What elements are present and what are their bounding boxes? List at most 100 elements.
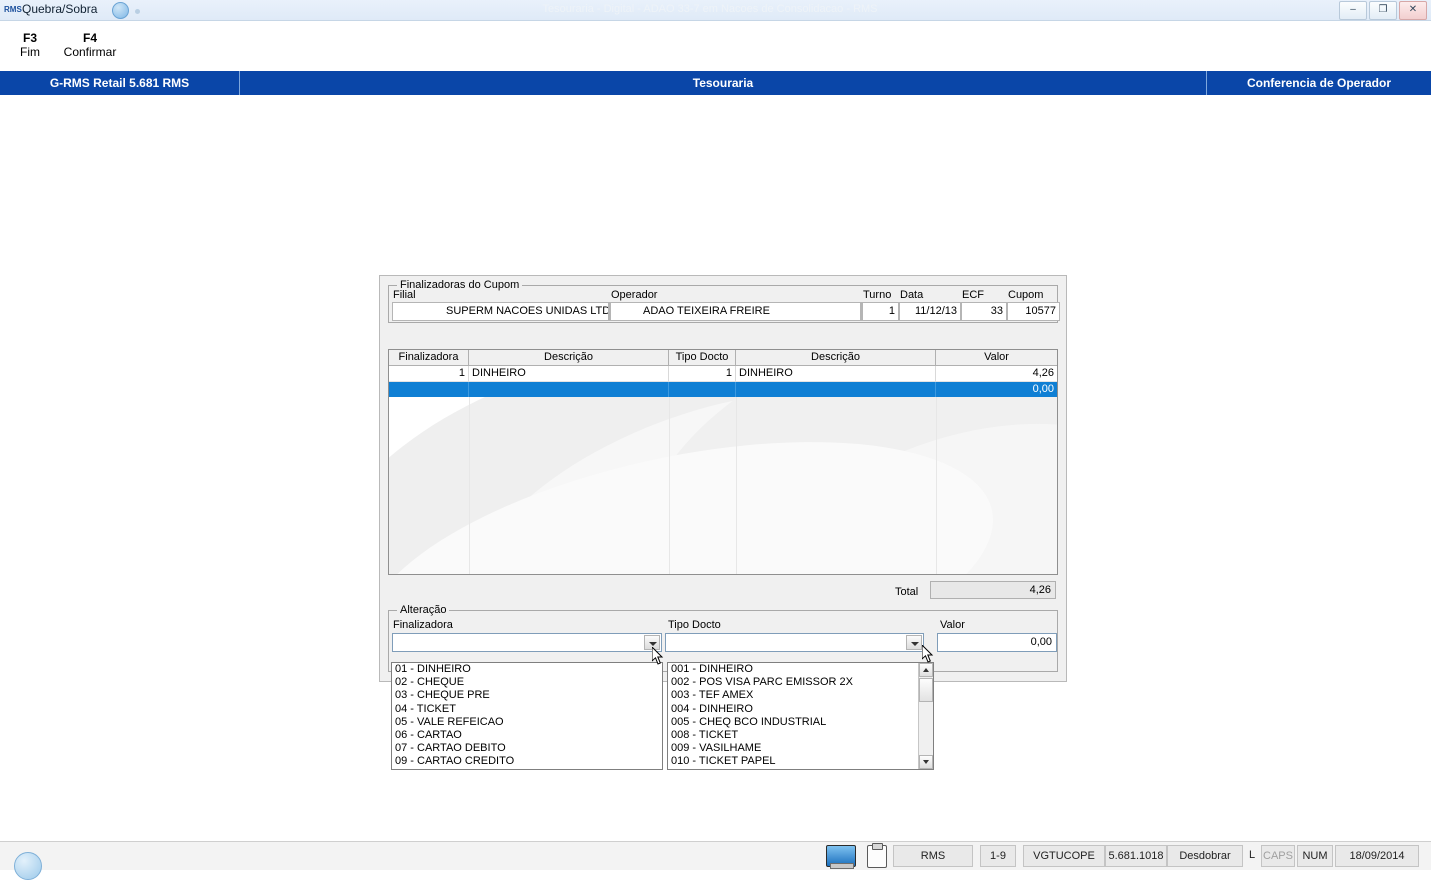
- cell-descricao-2: [736, 382, 936, 398]
- filial-label: Filial: [393, 289, 416, 301]
- total-value: 4,26: [930, 581, 1056, 599]
- alteracao-valor-label: Valor: [940, 619, 965, 631]
- list-item[interactable]: 005 - CHEQ BCO INDUSTRIAL: [668, 716, 933, 729]
- cell-descricao-1: DINHEIRO: [469, 366, 669, 382]
- alteracao-tipo-docto-label: Tipo Docto: [668, 619, 721, 631]
- fkey-f4[interactable]: F4 Confirmar: [55, 31, 125, 59]
- finalizadora-combo[interactable]: [392, 633, 662, 652]
- coupon-finalizers-group: Finalizadoras do Cupom Filial 3-5 SUPERM…: [388, 279, 1060, 323]
- header-module-title: Tesouraria: [692, 76, 754, 90]
- list-item[interactable]: 010 - TICKET PAPEL: [668, 755, 933, 768]
- finalizadora-dropdown-list[interactable]: 01 - DINHEIRO 02 - CHEQUE 03 - CHEQUE PR…: [391, 662, 663, 770]
- ecf-value: 33: [990, 305, 1003, 317]
- clipboard-icon[interactable]: [867, 843, 887, 868]
- decorative-dot: [135, 9, 140, 14]
- decorative-bottom-orb: [14, 852, 42, 880]
- decorative-orb: [112, 2, 129, 19]
- cell-descricao-2: DINHEIRO: [736, 366, 936, 382]
- fkey-f3[interactable]: F3 Fim: [8, 31, 52, 59]
- dropdown-scrollbar[interactable]: [918, 663, 933, 769]
- cell-valor: 4,26: [936, 366, 1057, 382]
- table-row[interactable]: 0,00: [389, 382, 1057, 398]
- status-caps: CAPS: [1261, 845, 1295, 867]
- status-rms: RMS: [893, 845, 973, 867]
- list-item[interactable]: 04 - TICKET: [392, 703, 662, 716]
- list-item[interactable]: 09 - CARTAO CREDITO: [392, 755, 662, 768]
- total-label: Total: [895, 586, 919, 598]
- data-label: Data: [900, 289, 924, 301]
- list-item[interactable]: 003 - TEF AMEX: [668, 689, 933, 702]
- grid-col-valor[interactable]: Valor: [936, 350, 1057, 365]
- ecf-field[interactable]: 33: [961, 302, 1007, 321]
- main-form-panel: Finalizadoras do Cupom Filial 3-5 SUPERM…: [379, 275, 1067, 682]
- maximize-button[interactable]: ❐: [1369, 1, 1397, 20]
- minimize-button[interactable]: –: [1339, 1, 1367, 20]
- status-num: NUM: [1297, 845, 1333, 867]
- finalizers-grid[interactable]: Finalizadora Descrição Tipo Docto Descri…: [388, 349, 1058, 575]
- status-version: 5.681.1018: [1105, 845, 1167, 867]
- module-header-bar: G-RMS Retail 5.681 RMS Tesouraria Confer…: [0, 71, 1431, 95]
- cell-finalizadora: [389, 382, 469, 398]
- header-screen-title: Conferencia de Operador: [1246, 76, 1392, 90]
- status-user: VGTUCOPE: [1023, 845, 1105, 867]
- cupom-field[interactable]: 10577: [1007, 302, 1060, 321]
- cell-tipo-docto: [669, 382, 736, 398]
- tipo-docto-dropdown-list[interactable]: 001 - DINHEIRO 002 - POS VISA PARC EMISS…: [667, 662, 934, 770]
- cell-finalizadora: 1: [389, 366, 469, 382]
- cell-descricao-1: [469, 382, 669, 398]
- fkey-f3-key: F3: [22, 31, 37, 45]
- grid-empty-area: [389, 397, 1057, 574]
- status-l: L: [1248, 849, 1256, 861]
- mouse-cursor: [652, 647, 664, 666]
- list-item[interactable]: 008 - TICKET: [668, 729, 933, 742]
- alteracao-finalizadora-label: Finalizadora: [393, 619, 453, 631]
- list-item[interactable]: 004 - DINHEIRO: [668, 703, 933, 716]
- list-item[interactable]: 002 - POS VISA PARC EMISSOR 2X: [668, 676, 933, 689]
- status-action[interactable]: Desdobrar: [1167, 845, 1243, 867]
- background-window-title: Tesouraria - Digital - ADAO 33-7 em Naco…: [542, 3, 878, 15]
- tipo-docto-combo[interactable]: [665, 633, 924, 652]
- list-item[interactable]: 01 - DINHEIRO: [392, 663, 662, 676]
- data-field[interactable]: 11/12/13: [899, 302, 961, 321]
- list-item[interactable]: 02 - CHEQUE: [392, 676, 662, 689]
- operador-name: ADAO TEIXEIRA FREIRE: [643, 305, 770, 317]
- window-title-bar: RMS Quebra/Sobra Tesouraria - Digital - …: [0, 0, 1431, 21]
- scroll-down-icon[interactable]: [919, 755, 933, 769]
- turno-label: Turno: [863, 289, 892, 301]
- grid-col-tipo-docto[interactable]: Tipo Docto: [669, 350, 736, 365]
- filial-name-field[interactable]: SUPERM NACOES UNIDAS LTDA FILIAL: [444, 302, 609, 321]
- mouse-cursor-secondary: [922, 645, 934, 664]
- scroll-up-icon[interactable]: [919, 663, 933, 677]
- function-key-bar: F3 Fim F4 Confirmar: [0, 21, 1431, 71]
- status-range: 1-9: [980, 845, 1016, 867]
- turno-field[interactable]: 1: [862, 302, 899, 321]
- grid-col-descricao-2[interactable]: Descrição: [736, 350, 936, 365]
- scroll-thumb[interactable]: [919, 678, 933, 702]
- window-controls: – ❐ ✕: [1339, 1, 1427, 20]
- list-item[interactable]: 06 - CARTAO: [392, 729, 662, 742]
- cell-tipo-docto: 1: [669, 366, 736, 382]
- chevron-down-icon[interactable]: [906, 635, 922, 650]
- status-bar: RMS 1-9 VGTUCOPE 5.681.1018 Desdobrar L …: [0, 841, 1431, 880]
- terminal-screen-icon[interactable]: [826, 845, 856, 869]
- grid-col-descricao-1[interactable]: Descrição: [469, 350, 669, 365]
- list-item[interactable]: 07 - CARTAO DEBITO: [392, 742, 662, 755]
- close-button[interactable]: ✕: [1399, 1, 1427, 20]
- table-row[interactable]: 1 DINHEIRO 1 DINHEIRO 4,26: [389, 366, 1057, 382]
- list-item[interactable]: 05 - VALE REFEICAO: [392, 716, 662, 729]
- grid-col-finalizadora[interactable]: Finalizadora: [389, 350, 469, 365]
- alteracao-valor-input[interactable]: 0,00: [937, 633, 1057, 652]
- list-item[interactable]: 001 - DINHEIRO: [668, 663, 933, 676]
- fkey-f4-label: Confirmar: [63, 45, 117, 59]
- alteracao-legend: Alteração: [397, 604, 450, 616]
- cupom-label: Cupom: [1008, 289, 1044, 301]
- status-date: 18/09/2014: [1335, 845, 1419, 867]
- operador-name-field[interactable]: ADAO TEIXEIRA FREIRE: [641, 302, 861, 321]
- data-value: 11/12/13: [914, 305, 957, 317]
- cell-valor: 0,00: [936, 382, 1057, 398]
- operador-label: Operador: [611, 289, 658, 301]
- grid-header-row: Finalizadora Descrição Tipo Docto Descri…: [389, 350, 1057, 366]
- filial-name: SUPERM NACOES UNIDAS LTDA FILIAL: [446, 305, 608, 317]
- list-item[interactable]: 03 - CHEQUE PRE: [392, 689, 662, 702]
- list-item[interactable]: 009 - VASILHAME: [668, 742, 933, 755]
